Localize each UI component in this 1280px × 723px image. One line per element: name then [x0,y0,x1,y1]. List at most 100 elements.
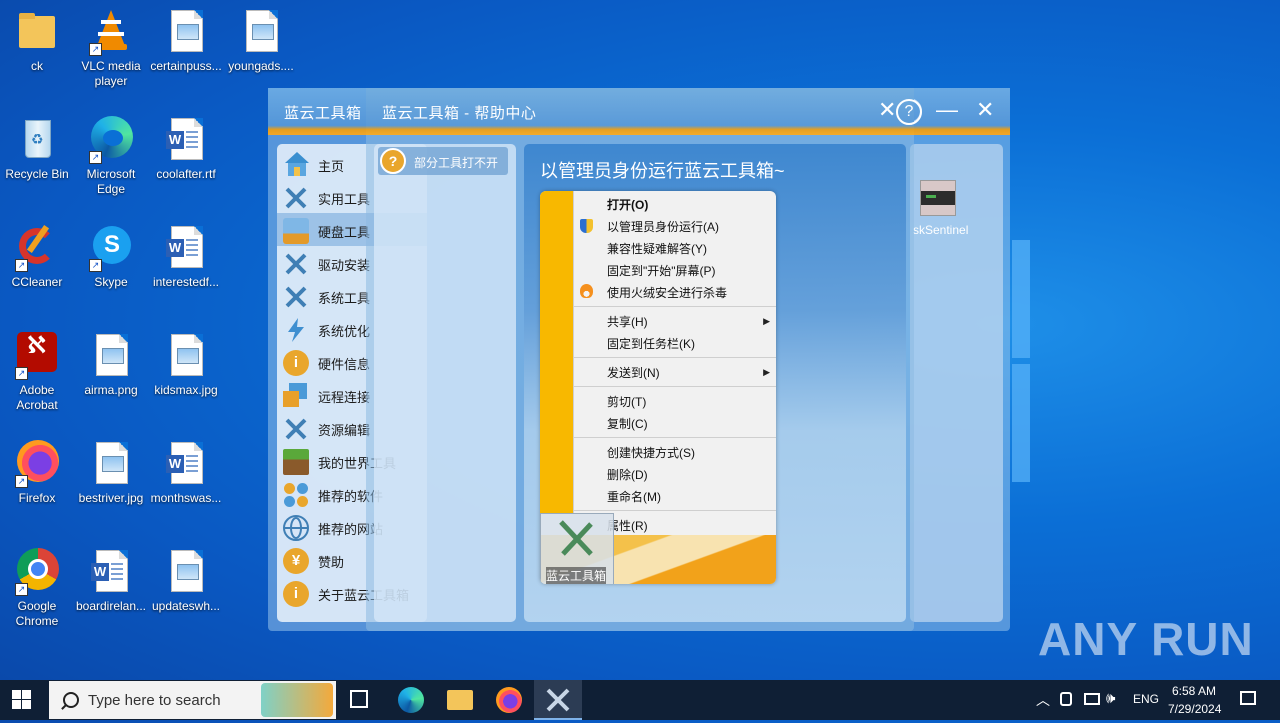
desktop-icon-skype[interactable]: S ↗ Skype [74,224,148,290]
clock-time[interactable]: 6:58 AM [1172,684,1216,698]
word-doc-icon: W [162,224,210,272]
menu-item-copy[interactable]: 复制(C) [607,415,648,432]
language-indicator[interactable]: ENG [1133,692,1159,706]
folder-icon [13,8,61,56]
submenu-arrow-icon: ▶ [763,367,770,377]
none [579,199,593,213]
start-button[interactable] [12,690,32,710]
search-placeholder: Type here to search [88,692,221,709]
question-icon: ? [380,148,406,174]
help-heading: 以管理员身份运行蓝云工具箱~ [540,161,785,181]
disk-icon [283,218,309,244]
anyrun-watermark: ANY RUN [1038,613,1254,665]
desktop-icon-ck[interactable]: ck [0,8,74,74]
uac-shield-icon [580,219,593,233]
desktop-icon-label: airma.png [84,383,138,397]
tools-icon [283,416,309,442]
task-view-icon[interactable] [350,690,368,708]
desktop-icon-airma[interactable]: airma.png [74,332,148,398]
desktop-icon-vlc[interactable]: ↗ VLC media player [74,8,148,89]
desktop-icon-label: bestriver.jpg [78,491,144,505]
recycle-bin-icon: ♻ [13,116,61,164]
desktop-icon-certainpuss[interactable]: certainpuss... [149,8,223,74]
menu-item-troubleshoot-compat[interactable]: 兼容性疑难解答(Y) [607,240,707,257]
menu-side-strip [540,191,573,513]
tray-overflow-chevron-icon[interactable]: ︿ [1036,690,1050,710]
image-file-icon [162,8,210,56]
help-topic-list: ? 部分工具打不开 [374,144,516,622]
network-icon[interactable] [1084,693,1100,705]
menu-item-delete[interactable]: 删除(D) [607,466,648,483]
desktop-icon-youngads[interactable]: youngads.... [224,8,298,74]
desktop-icon-label: certainpuss... [150,59,222,73]
shortcut-arrow-icon: ↗ [89,43,102,56]
context-menu-illustration: 打开(O) 以管理员身份运行(A) 兼容性疑难解答(Y) 固定到"开始"屏幕(P… [540,191,776,584]
tools-icon [283,185,309,211]
toolbox-shortcut-label: 蓝云工具箱 [546,567,607,584]
menu-item-create-shortcut[interactable]: 创建快捷方式(S) [607,444,695,461]
desktop-icon-monthswas[interactable]: W monthswas... [149,440,223,506]
menu-item-pin-to-start[interactable]: 固定到"开始"屏幕(P) [607,262,716,279]
desktop-icon-recycle-bin[interactable]: ♻ Recycle Bin [0,116,74,182]
desktop-icon-interestedf[interactable]: W interestedf... [149,224,223,290]
shortcut-arrow-icon: ↗ [89,259,102,272]
desktop-icon-adobe-acrobat[interactable]: ℵ ↗ Adobe Acrobat [0,332,74,413]
menu-item-share[interactable]: 共享(H) [607,313,648,330]
file-explorer-icon[interactable] [447,690,473,710]
desktop-icon-updateswh[interactable]: updateswh... [149,548,223,614]
desktop-icon-ccleaner[interactable]: ↗ CCleaner [0,224,74,290]
desktop-icon-microsoft-edge[interactable]: ↗ Microsoft Edge [74,116,148,197]
menu-item-open[interactable]: 打开(O) [607,196,648,213]
menu-item-huorong-scan[interactable]: 使用火绒安全进行杀毒 [607,284,727,301]
home-icon [283,152,309,178]
help-button[interactable]: ? [896,99,922,125]
notification-icon[interactable] [1240,691,1256,705]
minecraft-icon [283,449,309,475]
desktop-icon-google-chrome[interactable]: ↗ Google Chrome [0,548,74,629]
taskbar-search-box[interactable]: Type here to search [49,681,336,719]
menu-item-run-as-admin[interactable]: 以管理员身份运行(A) [607,218,719,235]
help-topic-item[interactable]: ? 部分工具打不开 [378,147,508,175]
image-file-icon [237,8,285,56]
info-icon: i [283,350,309,376]
shortcut-arrow-icon: ↗ [15,583,28,596]
image-file-icon [87,332,135,380]
sidebar-item-label: 主页 [318,159,345,174]
menu-item-send-to[interactable]: 发送到(N) [607,364,660,381]
desktop-icon-label: Firefox [18,491,56,505]
menu-item-cut[interactable]: 剪切(T) [607,393,646,410]
submenu-arrow-icon: ▶ [763,316,770,326]
firefox-icon[interactable] [496,687,522,713]
firefox-icon: ↗ [13,440,61,488]
edge-icon[interactable] [398,687,424,713]
info-icon: i [283,581,309,607]
disksentinel-icon[interactable] [920,180,956,216]
desktop-icon-kidsmax[interactable]: kidsmax.jpg [149,332,223,398]
sidebar-item-label: 远程连接 [318,390,371,405]
desktop-icon-coolafter[interactable]: W coolafter.rtf [149,116,223,182]
desktop-icon-label: updateswh... [151,599,221,613]
volume-icon[interactable]: 🕪 [1106,690,1115,707]
desktop-icon-firefox[interactable]: ↗ Firefox [0,440,74,506]
chrome-icon: ↗ [13,548,61,596]
tray-device-icon[interactable] [1060,692,1072,706]
menu-item-rename[interactable]: 重命名(M) [607,488,661,505]
close-button[interactable]: ✕ [976,97,994,123]
desktop-icon-boardirelan[interactable]: W boardirelan... [74,548,148,614]
toolbox-shortcut-selected: 蓝云工具箱 [540,513,614,584]
minimize-button[interactable]: — [936,97,958,123]
desktop-icon-bestriver[interactable]: bestriver.jpg [74,440,148,506]
shortcut-arrow-icon: ↗ [15,259,28,272]
toolbox-icon [559,520,593,556]
shortcut-arrow-icon: ↗ [89,151,102,164]
desktop-icon-label: Skype [94,275,128,289]
huorong-icon [580,284,593,298]
desktop-icon-label: interestedf... [152,275,220,289]
clock-date[interactable]: 7/29/2024 [1168,702,1221,716]
toolbox-taskbar-button[interactable] [534,680,582,720]
help-close-button[interactable]: ✕ [878,97,896,123]
lightning-icon [283,317,309,343]
desktop-icon-label: CCleaner [11,275,63,289]
desktop-icon-label: kidsmax.jpg [154,383,218,397]
menu-item-pin-to-taskbar[interactable]: 固定到任务栏(K) [607,335,695,352]
